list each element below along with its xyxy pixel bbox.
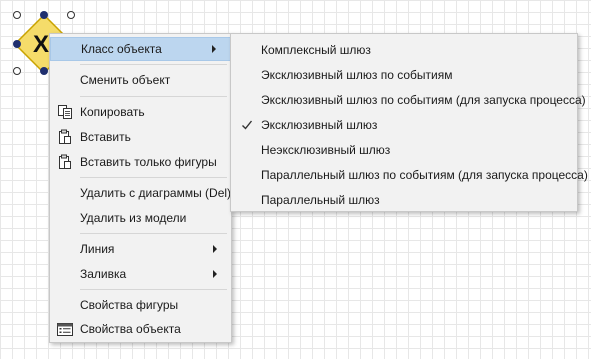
- menu-item-paste-shapes-only[interactable]: Вставить только фигуры: [50, 150, 231, 174]
- object-class-submenu: Комплексный шлюз Эксклюзивный шлюз по со…: [230, 33, 588, 213]
- menu-item-label: Линия: [80, 242, 115, 256]
- submenu-item-event-based-exclusive-gateway-start[interactable]: Эксклюзивный шлюз по событиям (для запус…: [231, 88, 586, 113]
- submenu-item-label: Комплексный шлюз: [261, 43, 371, 57]
- menu-item-label: Заливка: [80, 267, 127, 281]
- menu-item-delete-from-model[interactable]: Удалить из модели: [50, 206, 231, 230]
- copy-icon: [58, 105, 72, 119]
- resize-handle: [13, 67, 21, 75]
- menu-item-label: Копировать: [80, 105, 145, 119]
- menu-item-line[interactable]: Линия: [50, 237, 231, 261]
- menu-separator: [80, 177, 227, 178]
- menu-item-label: Удалить из модели: [80, 211, 187, 225]
- svg-text:X: X: [33, 31, 49, 58]
- menu-item-label: Свойства объекта: [80, 322, 181, 336]
- submenu-item-label: Неэксклюзивный шлюз: [261, 143, 391, 157]
- menu-item-label: Вставить только фигуры: [80, 155, 217, 169]
- submenu-item-label: Параллельный шлюз по событиям (для запус…: [261, 168, 588, 182]
- submenu-item-event-based-exclusive-gateway[interactable]: Эксклюзивный шлюз по событиям: [231, 63, 577, 88]
- menu-item-change-object[interactable]: Сменить объект: [50, 68, 231, 92]
- submenu-item-event-based-parallel-gateway-start[interactable]: Параллельный шлюз по событиям (для запус…: [231, 163, 588, 188]
- properties-icon: [57, 323, 73, 336]
- submenu-item-inclusive-gateway[interactable]: Неэксклюзивный шлюз: [231, 138, 577, 163]
- paste-icon: [59, 129, 71, 144]
- menu-item-paste[interactable]: Вставить: [50, 125, 231, 149]
- menu-item-label: Сменить объект: [80, 73, 171, 87]
- menu-item-delete-from-diagram[interactable]: Удалить с диаграммы (Del): [50, 181, 231, 205]
- menu-item-label: Вставить: [80, 130, 131, 144]
- context-menu: Класс объекта Сменить объект Копировать …: [49, 33, 232, 343]
- menu-item-label: Свойства фигуры: [80, 298, 179, 312]
- menu-separator: [80, 289, 227, 290]
- menu-item-fill[interactable]: Заливка: [50, 262, 231, 286]
- submenu-arrow-icon: [213, 245, 217, 253]
- resize-handle: [40, 11, 48, 19]
- menu-item-object-class[interactable]: Класс объекта: [50, 37, 231, 61]
- resize-handle: [67, 11, 75, 19]
- menu-separator: [80, 233, 227, 234]
- submenu-item-parallel-gateway[interactable]: Параллельный шлюз: [231, 188, 577, 213]
- menu-separator: [80, 96, 227, 97]
- menu-item-label: Класс объекта: [81, 42, 162, 56]
- menu-item-shape-properties[interactable]: Свойства фигуры: [50, 293, 231, 317]
- resize-handle: [13, 11, 21, 19]
- submenu-item-label: Эксклюзивный шлюз по событиям (для запус…: [261, 93, 586, 107]
- submenu-arrow-icon: [212, 45, 216, 53]
- checkmark-icon: [242, 120, 253, 130]
- menu-item-object-properties[interactable]: Свойства объекта: [50, 317, 231, 341]
- submenu-item-complex-gateway[interactable]: Комплексный шлюз: [231, 38, 577, 63]
- resize-handle: [13, 40, 21, 48]
- submenu-item-label: Эксклюзивный шлюз по событиям: [261, 68, 453, 82]
- menu-separator: [80, 64, 227, 65]
- menu-item-label: Удалить с диаграммы (Del): [80, 186, 232, 200]
- resize-handle: [40, 67, 48, 75]
- submenu-item-label: Эксклюзивный шлюз: [261, 118, 378, 132]
- submenu-item-label: Параллельный шлюз: [261, 193, 380, 207]
- menu-item-copy[interactable]: Копировать: [50, 100, 231, 124]
- paste-shapes-icon: [59, 154, 71, 169]
- submenu-arrow-icon: [213, 270, 217, 278]
- submenu-item-exclusive-gateway[interactable]: Эксклюзивный шлюз: [231, 113, 577, 138]
